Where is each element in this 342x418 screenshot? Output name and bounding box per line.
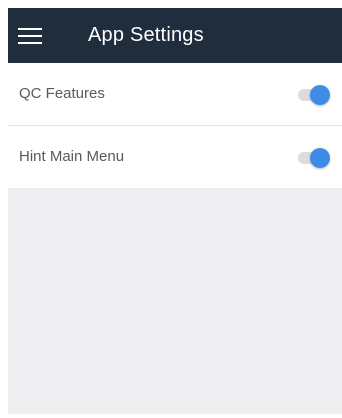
toggle-thumb bbox=[310, 85, 330, 105]
toggle-thumb bbox=[310, 148, 330, 168]
menu-line bbox=[18, 28, 42, 30]
menu-line bbox=[18, 35, 42, 37]
page-title: App Settings bbox=[88, 24, 204, 46]
setting-row-hint-main-menu[interactable]: Hint Main Menu bbox=[8, 125, 342, 188]
setting-row-qc-features[interactable]: QC Features bbox=[8, 63, 342, 125]
qc-features-toggle[interactable] bbox=[298, 85, 330, 105]
setting-label: Hint Main Menu bbox=[19, 148, 125, 165]
setting-label: QC Features bbox=[19, 85, 105, 102]
menu-line bbox=[18, 42, 42, 44]
settings-list: QC Features Hint Main Menu bbox=[8, 63, 342, 188]
hint-main-menu-toggle[interactable] bbox=[298, 148, 330, 168]
app-screen: App Settings QC Features Hint Main Menu bbox=[8, 8, 342, 414]
hamburger-menu-icon[interactable] bbox=[8, 8, 54, 63]
app-bar: App Settings bbox=[8, 8, 342, 63]
